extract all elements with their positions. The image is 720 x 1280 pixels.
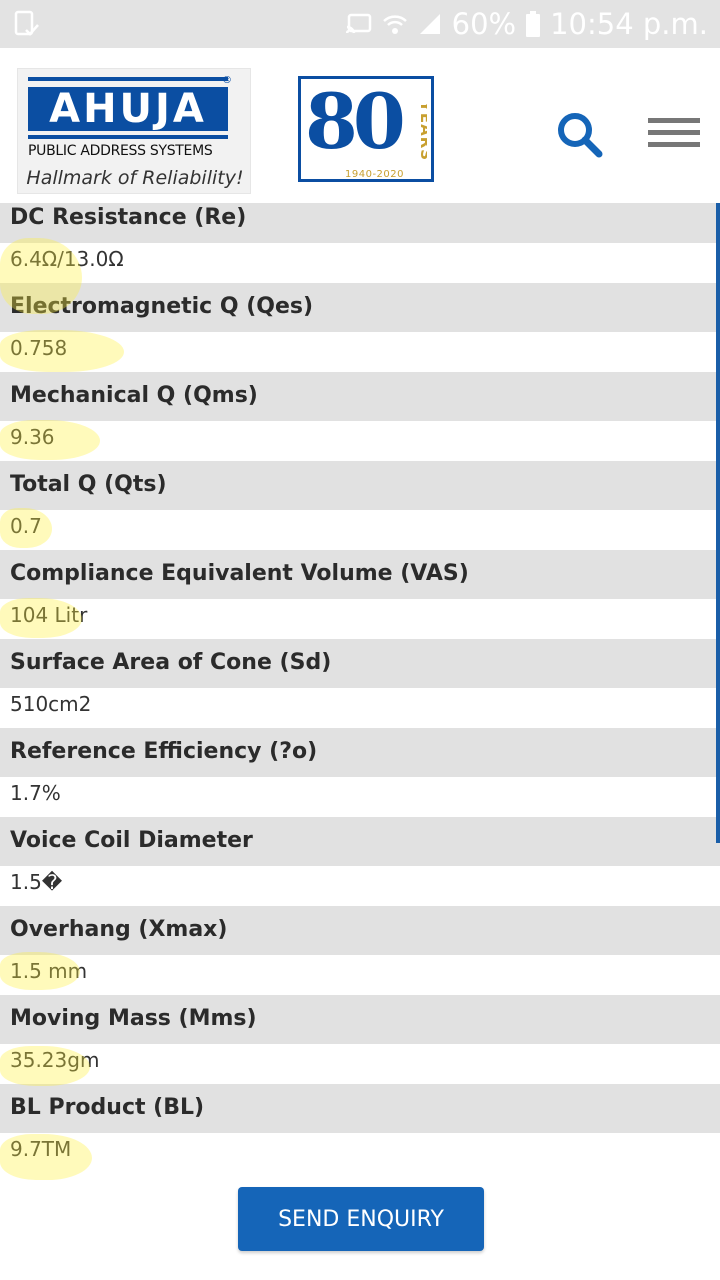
spec-label: Total Q (Qts) [0, 470, 720, 510]
spec-item-efficiency: Reference Efficiency (?o) 1.7% [0, 728, 720, 817]
spec-item-qts: Total Q (Qts) 0.7 [0, 461, 720, 550]
spec-label: Overhang (Xmax) [0, 915, 720, 955]
spec-item-sd: Surface Area of Cone (Sd) 510cm2 [0, 639, 720, 728]
anniversary-years-label: YEARS [417, 100, 427, 161]
spec-label: Surface Area of Cone (Sd) [0, 648, 720, 688]
cast-icon [345, 13, 372, 35]
spec-item-qms: Mechanical Q (Qms) 9.36 [0, 372, 720, 461]
scrollbar[interactable] [716, 203, 720, 843]
spec-value: 1.5� [0, 866, 720, 906]
ahuja-logo[interactable]: AHUJA ® PUBLIC ADDRESS SYSTEMS Hallmark … [17, 68, 251, 194]
spec-value: 0.7 [0, 510, 720, 550]
spec-item-dc-resistance: DC Resistance (Re) 6.4Ω/13.0Ω [0, 203, 720, 283]
site-header: AHUJA ® PUBLIC ADDRESS SYSTEMS Hallmark … [0, 48, 720, 202]
anniversary-badge: 80 YEARS 1940-2020 [298, 76, 434, 182]
battery-icon [526, 11, 541, 37]
hamburger-menu-icon[interactable] [648, 118, 700, 152]
signal-icon [418, 12, 442, 36]
spec-label: DC Resistance (Re) [0, 203, 720, 243]
spec-list: DC Resistance (Re) 6.4Ω/13.0Ω Electromag… [0, 203, 720, 1173]
anniversary-number: 80 [305, 77, 406, 166]
spec-value: 6.4Ω/13.0Ω [0, 243, 720, 283]
logo-tagline: Hallmark of Reliability! [26, 167, 244, 189]
spec-item-mms: Moving Mass (Mms) 35.23gm [0, 995, 720, 1084]
spec-item-voice-coil: Voice Coil Diameter 1.5� [0, 817, 720, 906]
spec-item-bl: BL Product (BL) 9.7TM [0, 1084, 720, 1173]
svg-text:YEARS: YEARS [417, 100, 427, 161]
logo-top-bar [28, 77, 228, 81]
logo-bottom-bar [28, 135, 228, 139]
spec-value: 1.7% [0, 777, 720, 817]
spec-item-vas: Compliance Equivalent Volume (VAS) 104 L… [0, 550, 720, 639]
logo-wordmark: AHUJA [28, 86, 228, 132]
menu-line [648, 142, 700, 147]
logo-subtitle: PUBLIC ADDRESS SYSTEMS [28, 143, 213, 159]
spec-value: 35.23gm [0, 1044, 720, 1084]
spec-value: 1.5 mm [0, 955, 720, 995]
spec-label: Mechanical Q (Qms) [0, 381, 720, 421]
spec-label: BL Product (BL) [0, 1093, 720, 1133]
send-enquiry-button[interactable]: SEND ENQUIRY [238, 1187, 484, 1251]
spec-label: Voice Coil Diameter [0, 826, 720, 866]
notification-icon [14, 10, 40, 38]
spec-label: Electromagnetic Q (Qes) [0, 292, 720, 332]
spec-item-xmax: Overhang (Xmax) 1.5 mm [0, 906, 720, 995]
status-time: 10:54 p.m. [550, 7, 708, 41]
spec-value: 0.758 [0, 332, 720, 372]
search-icon[interactable] [555, 110, 605, 160]
spec-item-qes: Electromagnetic Q (Qes) 0.758 [0, 283, 720, 372]
wifi-icon [382, 12, 408, 36]
status-bar: 60% 10:54 p.m. [0, 0, 720, 48]
anniversary-range: 1940-2020 [345, 169, 405, 180]
spec-value: 9.36 [0, 421, 720, 461]
battery-percent: 60% [451, 7, 517, 41]
menu-line [648, 118, 700, 123]
spec-value: 510cm2 [0, 688, 720, 728]
spec-label: Moving Mass (Mms) [0, 1004, 720, 1044]
spec-value: 9.7TM [0, 1133, 720, 1173]
spec-label: Reference Efficiency (?o) [0, 737, 720, 777]
registered-mark: ® [222, 75, 232, 86]
menu-line [648, 130, 700, 135]
spec-label: Compliance Equivalent Volume (VAS) [0, 559, 720, 599]
spec-value: 104 Litr [0, 599, 720, 639]
